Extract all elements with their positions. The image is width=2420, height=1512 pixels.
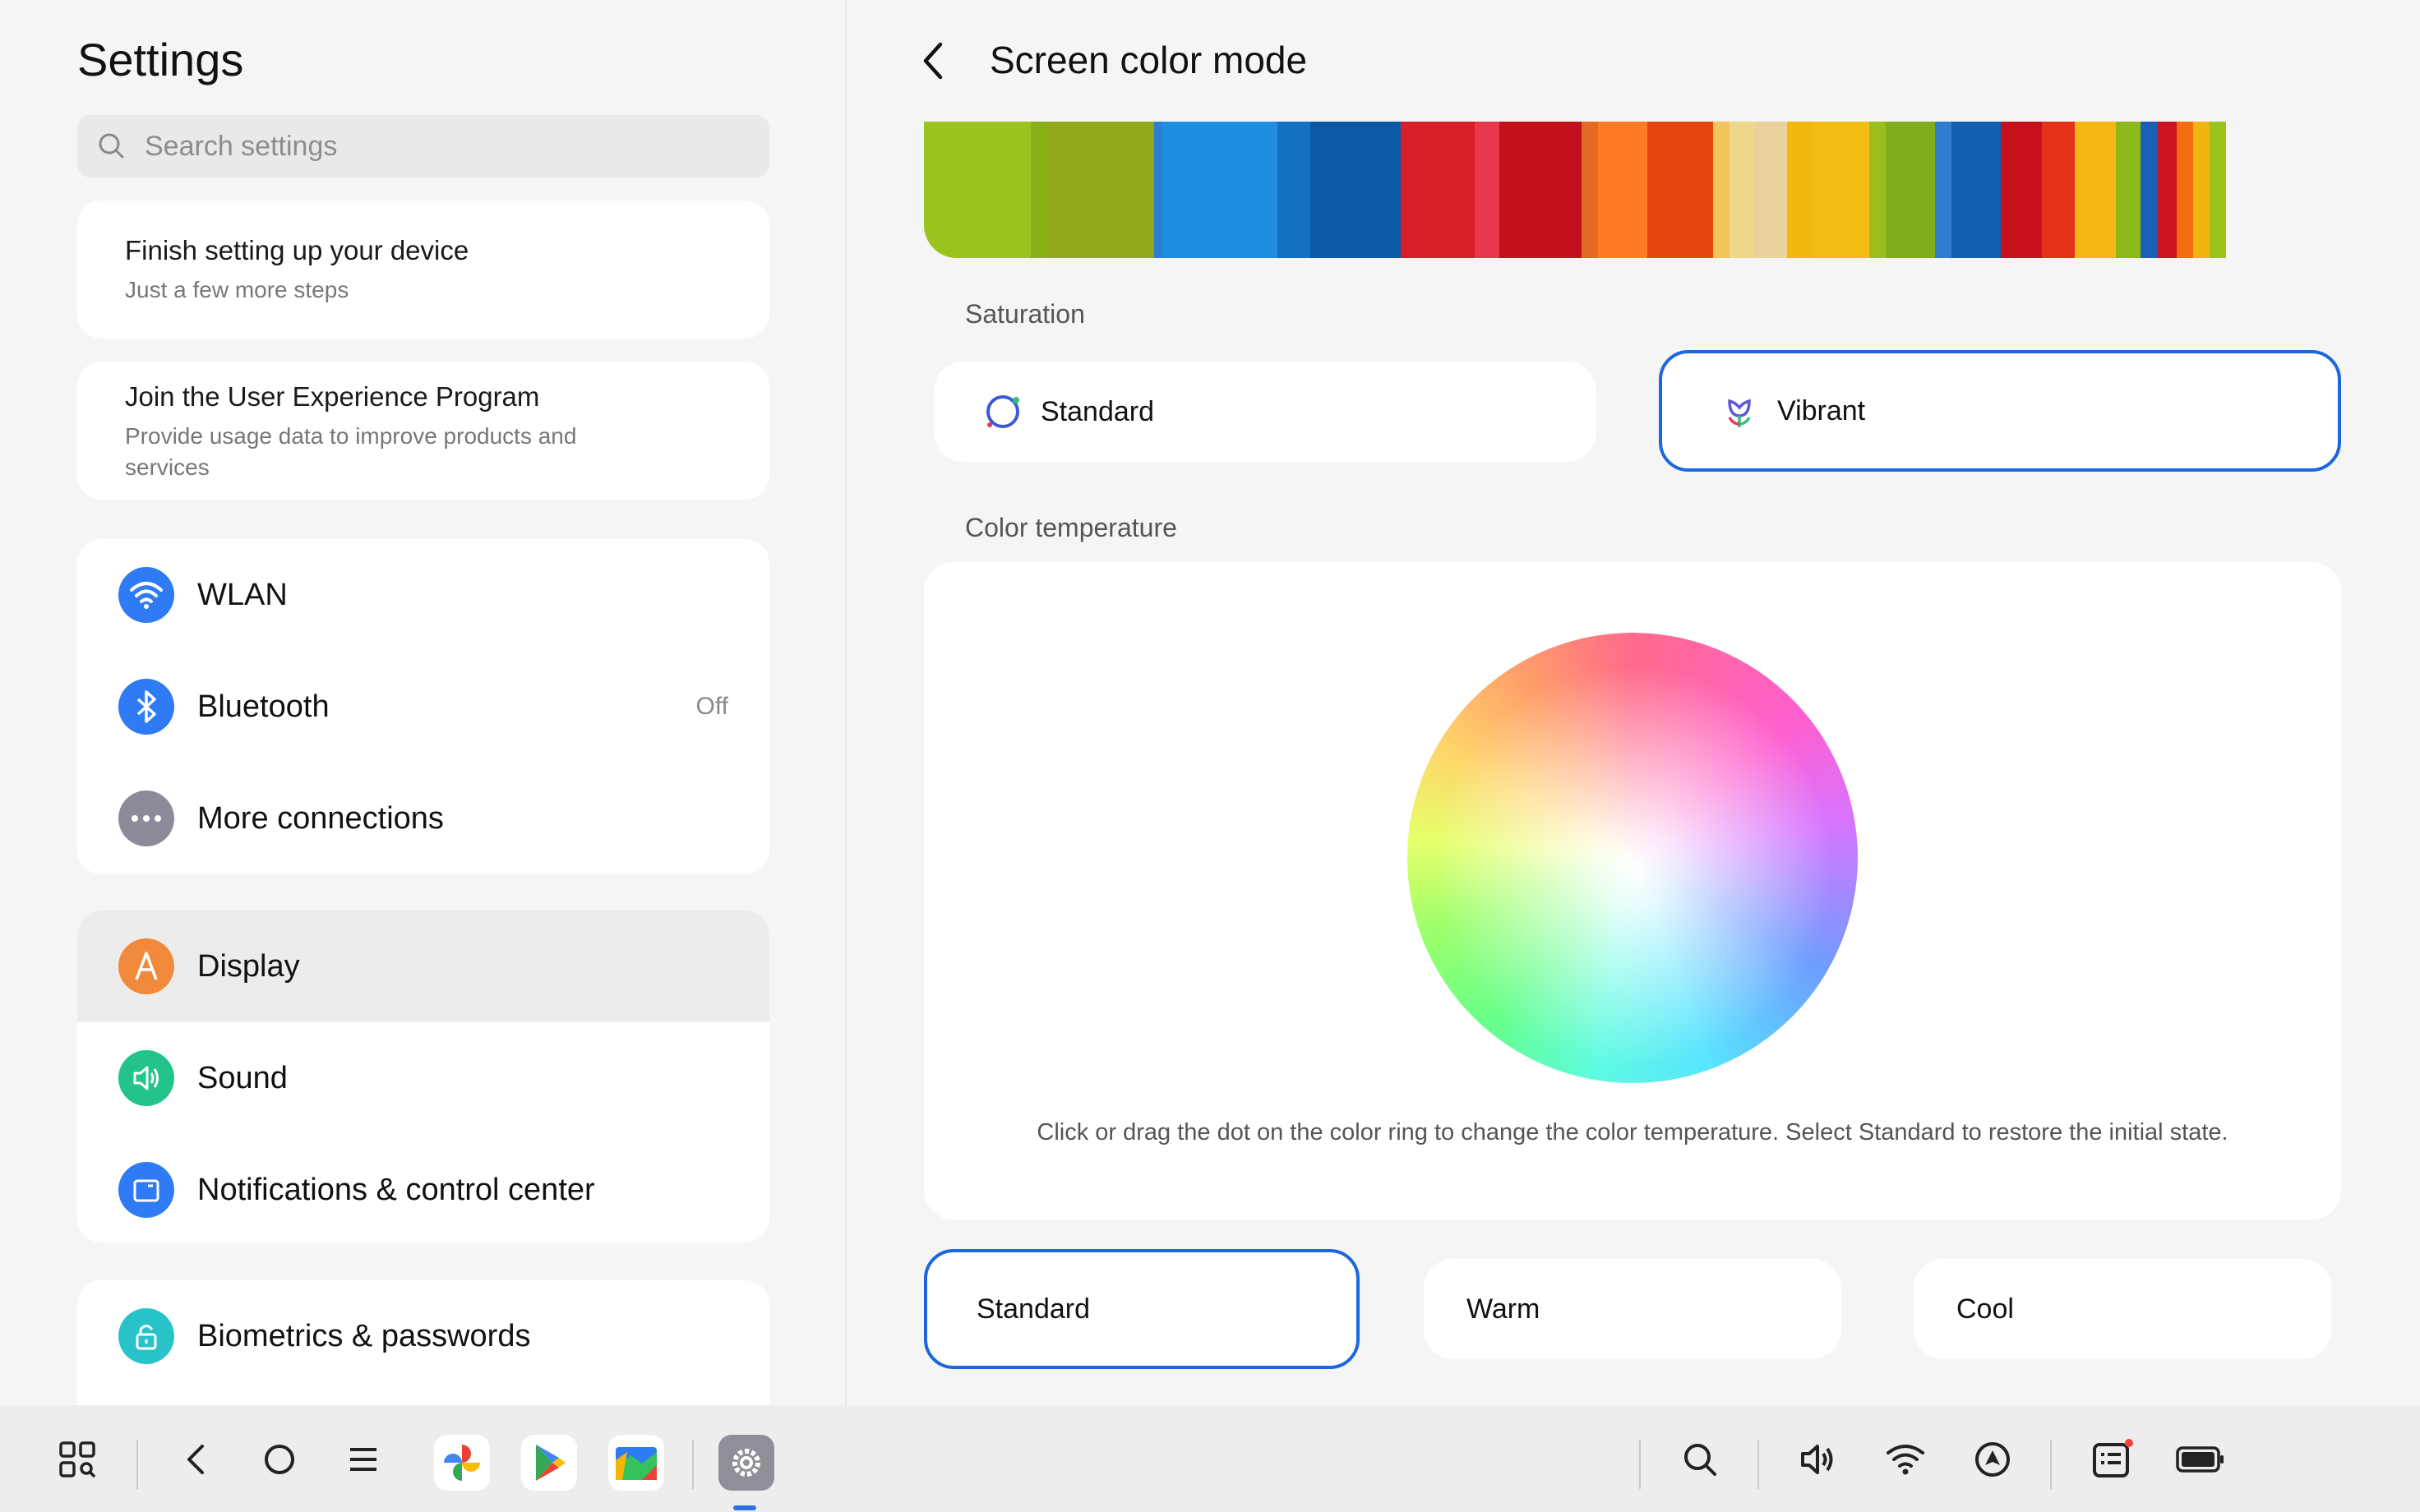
sidebar-item-label: Display bbox=[197, 948, 300, 984]
home-icon[interactable] bbox=[258, 1438, 301, 1481]
temperature-standard-option[interactable]: Standard bbox=[924, 1249, 1360, 1369]
sidebar-item-wlan[interactable]: WLAN bbox=[77, 539, 769, 651]
settings-sidebar: Settings Search settings Finish setting … bbox=[0, 0, 845, 1405]
temperature-warm-option[interactable]: Warm bbox=[1424, 1259, 1841, 1359]
sidebar-item-label: More connections bbox=[197, 800, 444, 836]
search-placeholder: Search settings bbox=[145, 130, 338, 162]
saturation-standard-option[interactable]: Standard bbox=[934, 362, 1596, 462]
battery-icon bbox=[2175, 1438, 2226, 1481]
device-group: Display Sound Notifications & control ce… bbox=[77, 910, 769, 1242]
sidebar-item-biometrics[interactable]: Biometrics & passwords bbox=[77, 1280, 769, 1392]
sidebar-item-label: Notifications & control center bbox=[197, 1172, 595, 1207]
temperature-option-label: Cool bbox=[1956, 1293, 2014, 1325]
taskbar bbox=[0, 1405, 2420, 1512]
color-temperature-label: Color temperature bbox=[965, 513, 1177, 542]
active-app-indicator bbox=[733, 1505, 756, 1510]
close-icon[interactable] bbox=[77, 483, 769, 500]
setup-tip-card[interactable]: Finish setting up your device Just a few… bbox=[77, 201, 769, 339]
bluetooth-icon bbox=[118, 679, 174, 735]
recents-icon[interactable] bbox=[342, 1438, 385, 1481]
navigation-icon[interactable] bbox=[1971, 1438, 2014, 1481]
sidebar-item-label: Sound bbox=[197, 1060, 288, 1095]
search-input[interactable]: Search settings bbox=[77, 115, 769, 177]
ux-tip-title: Join the User Experience Program bbox=[125, 381, 540, 412]
notifications-icon bbox=[118, 1162, 174, 1218]
photos-app-icon[interactable] bbox=[434, 1435, 490, 1491]
connections-group: WLAN Bluetooth Off More connections bbox=[77, 539, 769, 874]
temperature-cool-option[interactable]: Cool bbox=[1914, 1259, 2331, 1359]
color-wheel[interactable] bbox=[1407, 633, 1858, 1083]
sidebar-item-sound[interactable]: Sound bbox=[77, 1022, 769, 1134]
sidebar-item-label: Bluetooth bbox=[197, 689, 330, 724]
standard-saturation-icon bbox=[986, 395, 1019, 428]
sidebar-item-bluetooth[interactable]: Bluetooth Off bbox=[77, 651, 769, 763]
vibrant-saturation-icon bbox=[1728, 399, 1751, 427]
back-icon[interactable] bbox=[174, 1438, 217, 1481]
display-icon bbox=[118, 938, 174, 994]
sound-icon bbox=[118, 1050, 174, 1106]
apps-grid-icon[interactable] bbox=[56, 1438, 99, 1481]
settings-title: Settings bbox=[77, 34, 244, 85]
saturation-label: Saturation bbox=[965, 299, 1085, 329]
bluetooth-status: Off bbox=[695, 693, 728, 720]
saturation-vibrant-option[interactable]: Vibrant bbox=[1659, 350, 2341, 472]
color-temperature-card: Click or drag the dot on the color ring … bbox=[924, 562, 2341, 1219]
wifi-icon bbox=[118, 567, 174, 623]
play-store-icon[interactable] bbox=[521, 1435, 577, 1491]
sidebar-item-label: Biometrics & passwords bbox=[197, 1318, 531, 1353]
search-icon[interactable] bbox=[1679, 1438, 1721, 1481]
setup-tip-subtitle: Just a few more steps bbox=[125, 277, 349, 302]
settings-app-icon[interactable] bbox=[718, 1435, 774, 1491]
ux-program-tip-card[interactable]: Join the User Experience Program Provide… bbox=[77, 362, 769, 500]
files-app-icon[interactable] bbox=[608, 1435, 664, 1491]
color-temperature-hint: Click or drag the dot on the color ring … bbox=[1037, 1119, 2228, 1146]
sidebar-item-label: WLAN bbox=[197, 577, 288, 612]
wifi-icon[interactable] bbox=[1884, 1438, 1927, 1481]
preview-image bbox=[924, 122, 2341, 258]
close-icon[interactable] bbox=[77, 306, 769, 339]
ux-tip-subtitle: Provide usage data to improve products a… bbox=[125, 423, 577, 480]
back-arrow-icon[interactable] bbox=[914, 36, 955, 85]
notes-icon[interactable] bbox=[2091, 1438, 2134, 1481]
temperature-option-label: Warm bbox=[1466, 1293, 1540, 1325]
more-icon bbox=[118, 791, 174, 846]
sidebar-item-more-connections[interactable]: More connections bbox=[77, 763, 769, 874]
page-title: Screen color mode bbox=[990, 39, 1308, 81]
lock-icon bbox=[118, 1308, 174, 1364]
setup-tip-title: Finish setting up your device bbox=[125, 235, 469, 265]
sidebar-item-notifications[interactable]: Notifications & control center bbox=[77, 1134, 769, 1242]
search-icon bbox=[99, 133, 124, 159]
saturation-option-label: Standard bbox=[1041, 395, 1154, 427]
temperature-option-label: Standard bbox=[977, 1293, 1090, 1325]
pane-divider bbox=[845, 0, 847, 1405]
sidebar-item-display[interactable]: Display bbox=[77, 910, 769, 1022]
volume-icon[interactable] bbox=[1797, 1438, 1840, 1481]
saturation-option-label: Vibrant bbox=[1777, 394, 1866, 426]
security-group: Biometrics & passwords bbox=[77, 1280, 769, 1405]
